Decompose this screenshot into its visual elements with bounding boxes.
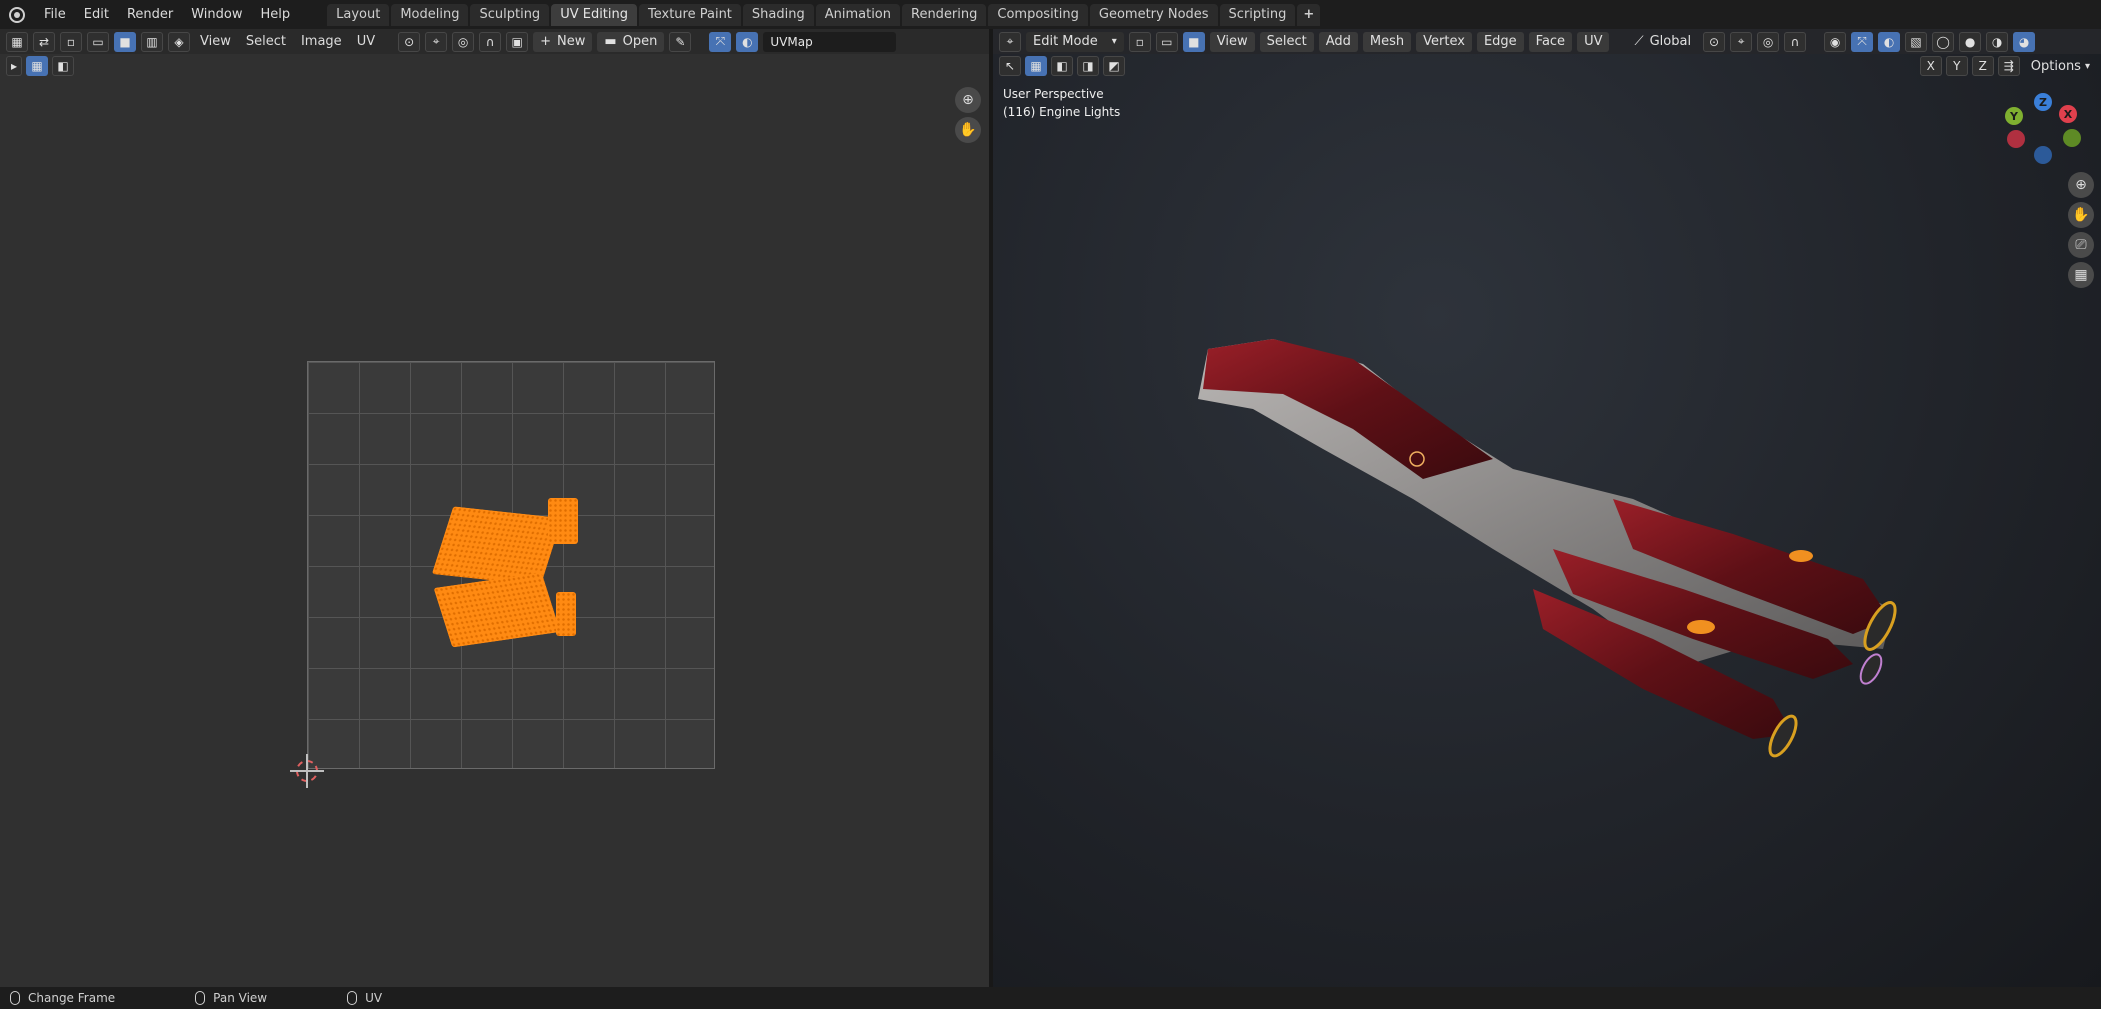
- blender-logo-icon[interactable]: [9, 6, 25, 23]
- expand-toolbar-icon[interactable]: ▸: [6, 56, 22, 76]
- gizmo-toggle-icon[interactable]: ⤧: [709, 31, 732, 52]
- tab-scripting[interactable]: Scripting: [1219, 3, 1296, 26]
- zoom-icon[interactable]: ⊕: [955, 87, 981, 113]
- vertex-select-icon[interactable]: ▫: [60, 31, 82, 52]
- select-box-mode-icon[interactable]: ▦: [26, 56, 48, 76]
- pan-hand-icon[interactable]: ✋: [955, 117, 981, 143]
- face-select-icon[interactable]: ■: [114, 31, 136, 52]
- navigation-gizmo[interactable]: Z Y X: [2003, 93, 2083, 173]
- open-image-label: Open: [622, 34, 658, 49]
- sticky-selection-icon[interactable]: ◈: [168, 31, 190, 52]
- uv-island-lower[interactable]: [433, 572, 561, 648]
- mouse-left-icon: [10, 991, 20, 1005]
- status-label-pan-view: Pan View: [213, 991, 268, 1005]
- uv-editor: ▦ ⇄ ▫ ▭ ■ ▥ ◈ View Select Image UV ⊙ ⌖ ◎…: [0, 29, 989, 987]
- gizmo-y-axis[interactable]: Y: [2005, 107, 2023, 125]
- mouse-right-icon: [347, 991, 358, 1005]
- select-extend-icon[interactable]: ◧: [52, 56, 74, 76]
- add-workspace-button[interactable]: +: [1297, 3, 1321, 26]
- uv-island-upper[interactable]: [431, 506, 563, 586]
- new-image-button[interactable]: + New: [533, 31, 593, 52]
- uv-editor-header: ▦ ⇄ ▫ ▭ ■ ▥ ◈ View Select Image UV ⊙ ⌖ ◎…: [0, 29, 989, 54]
- menu-window[interactable]: Window: [182, 7, 251, 22]
- status-label-change-frame: Change Frame: [28, 991, 116, 1005]
- tab-rendering[interactable]: Rendering: [902, 3, 987, 26]
- menu-render[interactable]: Render: [118, 7, 182, 22]
- top-bar: File Edit Render Window Help Layout Mode…: [0, 0, 2101, 29]
- menu-file[interactable]: File: [35, 7, 75, 22]
- menu-edit[interactable]: Edit: [75, 7, 118, 22]
- uv-menu-image[interactable]: Image: [296, 34, 347, 49]
- uv-island-lower-end[interactable]: [556, 592, 576, 636]
- spaceship-model[interactable]: [993, 29, 2101, 987]
- island-select-icon[interactable]: ▥: [141, 31, 163, 52]
- falloff-icon[interactable]: ∩: [479, 31, 502, 52]
- tab-compositing[interactable]: Compositing: [988, 3, 1088, 26]
- editor-type-icon[interactable]: ▦: [6, 31, 28, 52]
- uv-menu-view[interactable]: View: [195, 34, 236, 49]
- gizmo-neg-y[interactable]: [2063, 129, 2081, 147]
- pivot-point-icon[interactable]: ⊙: [398, 31, 421, 52]
- overlay-toggle-icon[interactable]: ◐: [736, 31, 759, 52]
- folder-icon: ▬: [604, 34, 617, 49]
- status-uv: UV: [347, 991, 382, 1005]
- gizmo-z-axis[interactable]: Z: [2034, 93, 2052, 111]
- status-pan-view: Pan View: [195, 991, 267, 1005]
- edge-select-icon[interactable]: ▭: [87, 31, 109, 52]
- gizmo-neg-x[interactable]: [2007, 130, 2025, 148]
- workspace-tabs: Layout Modeling Sculpting UV Editing Tex…: [327, 3, 1322, 26]
- pin-icon[interactable]: ✎: [669, 31, 692, 52]
- proportional-edit-icon[interactable]: ◎: [452, 31, 475, 52]
- sync-selection-icon[interactable]: ⇄: [33, 31, 55, 52]
- tab-animation[interactable]: Animation: [815, 3, 900, 26]
- tab-uv-editing[interactable]: UV Editing: [551, 3, 638, 26]
- tab-modeling[interactable]: Modeling: [391, 3, 469, 26]
- uv-grid[interactable]: [307, 361, 715, 769]
- 2d-cursor-icon[interactable]: [290, 754, 324, 788]
- new-image-label: New: [557, 34, 586, 49]
- tab-shading[interactable]: Shading: [742, 3, 814, 26]
- uvmap-field[interactable]: UVMap: [763, 31, 897, 52]
- uv-menu-select[interactable]: Select: [241, 34, 291, 49]
- gizmo-x-axis[interactable]: X: [2059, 105, 2077, 123]
- perspective-toggle-icon[interactable]: ▦: [2068, 262, 2094, 288]
- pan-3d-icon[interactable]: ✋: [2068, 202, 2094, 228]
- snap-icon[interactable]: ⌖: [425, 31, 448, 52]
- 3d-viewport: ⌖ Edit Mode ▾ ▫ ▭ ■ View Select Add Mesh …: [993, 29, 2101, 987]
- menu-help[interactable]: Help: [252, 7, 300, 22]
- uv-island-upper-end[interactable]: [548, 498, 578, 544]
- tab-geometry-nodes[interactable]: Geometry Nodes: [1089, 3, 1218, 26]
- gizmo-neg-z[interactable]: [2034, 146, 2052, 164]
- main-menu: File Edit Render Window Help: [35, 0, 299, 29]
- status-change-frame: Change Frame: [10, 991, 115, 1005]
- mouse-middle-icon: [195, 991, 206, 1005]
- uv-menu-uv[interactable]: UV: [352, 34, 380, 49]
- tab-layout[interactable]: Layout: [327, 3, 390, 26]
- status-bar: Change Frame Pan View UV: [0, 987, 2101, 1009]
- tab-sculpting[interactable]: Sculpting: [470, 3, 550, 26]
- camera-view-icon[interactable]: ⎚: [2068, 232, 2094, 258]
- zoom-3d-icon[interactable]: ⊕: [2068, 172, 2094, 198]
- open-image-button[interactable]: ▬ Open: [597, 31, 665, 52]
- plus-icon: +: [540, 34, 552, 49]
- image-browse-icon[interactable]: ▣: [506, 31, 529, 52]
- uv-subheader: ▸ ▦ ◧: [0, 54, 74, 78]
- tab-texture-paint[interactable]: Texture Paint: [639, 3, 741, 26]
- status-label-uv: UV: [365, 991, 383, 1005]
